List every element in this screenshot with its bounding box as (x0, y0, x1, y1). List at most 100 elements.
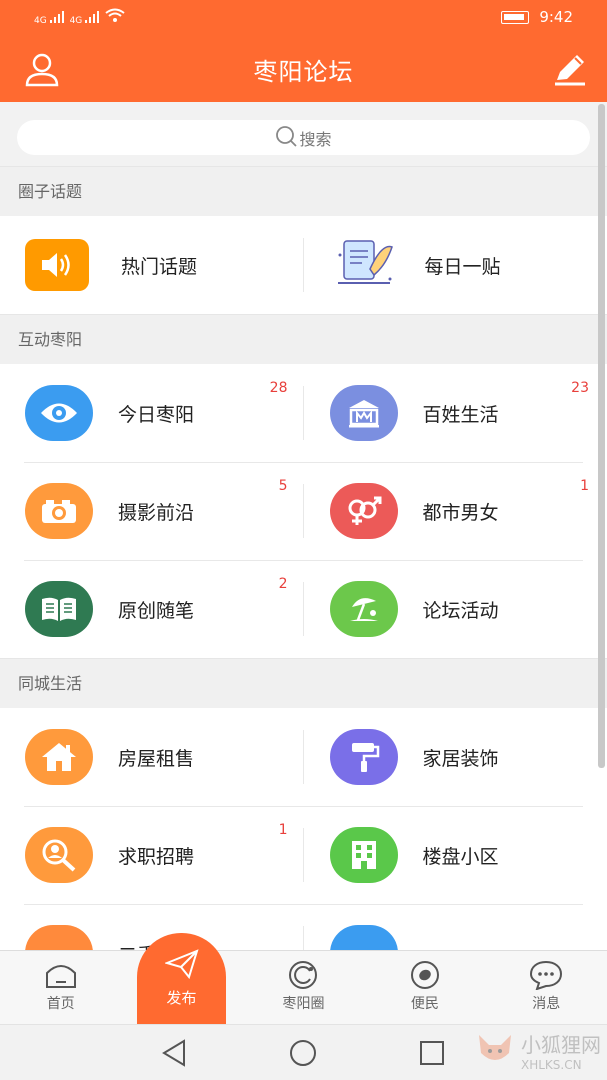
page-title: 枣阳论坛 (253, 58, 354, 86)
battery-icon (501, 11, 529, 24)
tab-home[interactable]: 首页 (0, 951, 121, 1024)
back-icon[interactable] (158, 1037, 190, 1069)
fox-logo-icon (475, 1031, 515, 1071)
tab-messages[interactable]: 消息 (486, 951, 607, 1024)
grid-item-urban-singles[interactable]: 都市男女 1 (304, 462, 607, 560)
beach-umbrella-icon (329, 581, 398, 637)
grid-item-label: 原创随笔 (118, 599, 195, 622)
scrollbar[interactable] (598, 104, 605, 768)
grid-item-hot-topics[interactable]: 热门话题 (0, 216, 304, 314)
grid-item-civil-life[interactable]: 百姓生活 23 (304, 364, 607, 462)
watermark-domain: XHLKS.CN (521, 1058, 582, 1072)
search-placeholder: 搜索 (299, 129, 332, 149)
section-grid: 热门话题 每日一贴 (0, 216, 607, 314)
unread-badge: 2 (278, 576, 288, 592)
tab-label: 枣阳圈 (282, 996, 325, 1012)
wifi-icon (105, 8, 125, 26)
grid-item-label: ... ... (423, 942, 465, 950)
home-nav-icon[interactable] (287, 1037, 319, 1069)
house-icon (25, 729, 93, 785)
bottom-tab-bar: 首页 枣阳圈 便民 消息 (0, 950, 607, 1024)
watermark: 小狐狸网 XHLKS.CN (475, 1029, 601, 1072)
grid-item-label: 家居装饰 (422, 747, 499, 770)
tab-convenience[interactable]: 便民 (364, 951, 485, 1024)
grid-item-label: 房屋租售 (118, 747, 195, 770)
network-type-1: 4G (34, 16, 47, 26)
grid-row: 房屋租售 家居装饰 (0, 708, 607, 806)
grid-row: 二手... ... ... (0, 904, 607, 950)
grid-row: 原创随笔 2 论坛活动 (0, 560, 607, 658)
grid-item-label: 都市男女 (422, 501, 499, 524)
edit-icon[interactable] (551, 50, 591, 90)
speaker-icon (25, 239, 89, 291)
clock: 9:42 (539, 8, 573, 26)
app-bar: 枣阳论坛 (0, 36, 607, 102)
message-icon (529, 960, 563, 990)
network-type-2: 4G (69, 16, 83, 26)
unread-badge: 5 (278, 478, 288, 494)
apartment-icon (329, 827, 398, 883)
signal-indicators: 4G 4G (34, 8, 125, 26)
grid-item-label: 今日枣阳 (118, 403, 195, 426)
book-icon (25, 581, 93, 637)
unread-badge: 23 (571, 380, 589, 396)
grid-item-label: 每日一贴 (424, 255, 501, 278)
job-search-icon (25, 827, 93, 883)
watermark-text: 小狐狸网 XHLKS.CN (521, 1029, 601, 1072)
section-header: 互动枣阳 (0, 314, 607, 364)
recents-icon[interactable] (416, 1037, 448, 1069)
home-icon (44, 961, 78, 989)
tab-label: 首页 (46, 996, 75, 1012)
grid-item-forum-events[interactable]: 论坛活动 (304, 560, 607, 658)
status-bar: 4G 4G 9:42 (0, 0, 607, 36)
publish-button[interactable]: 发布 (137, 933, 226, 1024)
grid-item-daily-post[interactable]: 每日一贴 (304, 216, 607, 314)
search-input[interactable]: 搜索 (17, 120, 590, 155)
grid-item-label: 百姓生活 (422, 403, 499, 426)
publish-label: 发布 (166, 989, 197, 1007)
search-icon (275, 125, 298, 151)
paint-roller-icon (329, 729, 398, 785)
grid-row: 摄影前沿 5 都市男女 1 (0, 462, 607, 560)
gender-icon (329, 483, 398, 539)
unread-badge: 28 (269, 380, 288, 396)
circle-icon (286, 961, 320, 989)
section-grid: 今日枣阳 28 百姓生活 23 摄影前沿 5 都市男女 1 原创随笔 2 论坛活… (0, 364, 607, 658)
eye-icon (25, 385, 93, 441)
tab-zaoyang-circle[interactable]: 枣阳圈 (243, 951, 364, 1024)
unread-badge: 1 (580, 478, 589, 494)
tab-label: 消息 (532, 996, 561, 1012)
section-header: 圈子话题 (0, 166, 607, 216)
grid-item-real-estate[interactable]: 楼盘小区 (304, 806, 607, 904)
section-header: 同城生活 (0, 658, 607, 708)
grid-item-partial-right[interactable]: ... ... (304, 904, 607, 950)
convenience-icon (408, 961, 442, 989)
grid-item-housing[interactable]: 房屋租售 (0, 708, 304, 806)
grid-item-label: 求职招聘 (118, 845, 195, 868)
grid-item-photography[interactable]: 摄影前沿 5 (0, 462, 304, 560)
partial-icon (329, 925, 398, 950)
camera-icon (25, 483, 93, 539)
grid-item-label: 摄影前沿 (118, 501, 195, 524)
signal-icon: 4G (34, 11, 64, 26)
content-scroll[interactable]: 搜索 圈子话题 热门话题 每日一贴 互动枣阳 今日枣阳 28 百姓生活 23 摄… (0, 102, 607, 950)
grid-item-label: 热门话题 (121, 255, 198, 278)
section-grid: 房屋租售 家居装饰 求职招聘 1 楼盘小区 (0, 708, 607, 950)
building-icon (329, 385, 398, 441)
tab-label: 便民 (410, 996, 439, 1012)
unread-badge: 1 (278, 822, 288, 838)
grid-item-label: 论坛活动 (422, 599, 499, 622)
send-icon (163, 949, 199, 983)
grid-item-original-essays[interactable]: 原创随笔 2 (0, 560, 304, 658)
grid-row: 求职招聘 1 楼盘小区 (0, 806, 607, 904)
watermark-name: 小狐狸网 (521, 1033, 601, 1057)
grid-item-jobs[interactable]: 求职招聘 1 (0, 806, 304, 904)
grid-item-home-decor[interactable]: 家居装饰 (304, 708, 607, 806)
search-area: 搜索 (0, 102, 607, 166)
partial-icon (25, 925, 93, 950)
signal-icon: 4G (70, 11, 100, 26)
grid-row: 热门话题 每日一贴 (0, 216, 607, 314)
grid-row: 今日枣阳 28 百姓生活 23 (0, 364, 607, 462)
grid-item-today-zaoyang[interactable]: 今日枣阳 28 (0, 364, 304, 462)
grid-item-label: 楼盘小区 (422, 845, 499, 868)
